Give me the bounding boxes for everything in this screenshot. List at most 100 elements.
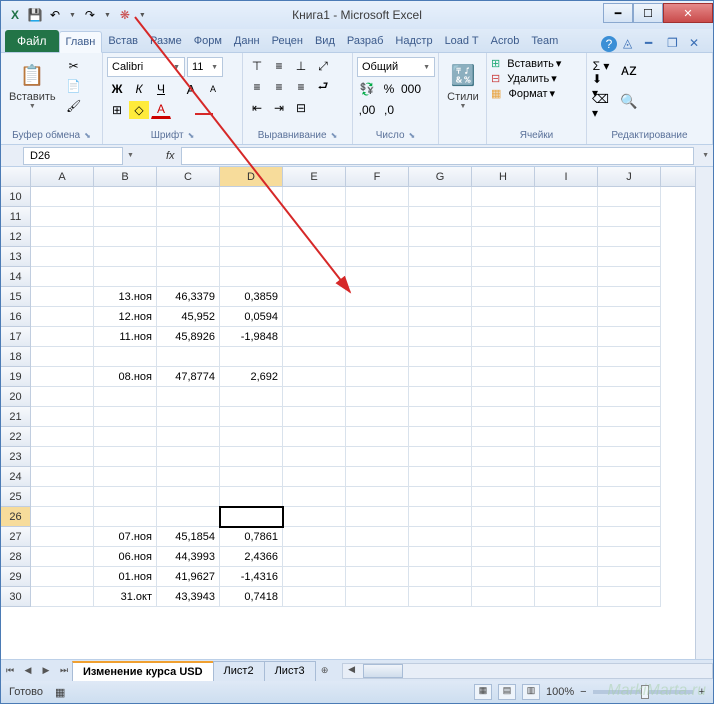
cell-B20[interactable] [94, 387, 157, 407]
tab-встав[interactable]: Встав [102, 31, 144, 52]
cell-I24[interactable] [535, 467, 598, 487]
cell-H30[interactable] [472, 587, 535, 607]
cell-G11[interactable] [409, 207, 472, 227]
name-box[interactable]: D26 [23, 147, 123, 165]
cell-F16[interactable] [346, 307, 409, 327]
col-header-D[interactable]: D [220, 167, 283, 186]
font-size-combo[interactable]: 11▼ [187, 57, 223, 77]
sheet-tab-0[interactable]: Изменение курса USD [72, 661, 214, 681]
cell-G17[interactable] [409, 327, 472, 347]
vertical-scrollbar[interactable] [695, 167, 713, 659]
cell-C10[interactable] [157, 187, 220, 207]
cell-G12[interactable] [409, 227, 472, 247]
cell-C14[interactable] [157, 267, 220, 287]
bold-button[interactable]: Ж [107, 80, 127, 98]
cell-J18[interactable] [598, 347, 661, 367]
cell-J29[interactable] [598, 567, 661, 587]
cell-G25[interactable] [409, 487, 472, 507]
cell-H22[interactable] [472, 427, 535, 447]
wrap-text-button[interactable]: ⮐ [313, 78, 333, 96]
indent-dec-button[interactable]: ⇤ [247, 99, 267, 117]
cell-A21[interactable] [31, 407, 94, 427]
cell-A30[interactable] [31, 587, 94, 607]
dec-decimal-button[interactable]: ,0 [379, 101, 399, 119]
cell-B10[interactable] [94, 187, 157, 207]
wb-restore-icon[interactable]: ❐ [667, 36, 683, 52]
cell-F30[interactable] [346, 587, 409, 607]
undo-dropdown-icon[interactable]: ▼ [67, 12, 78, 19]
border-button[interactable]: ⊞ [107, 101, 127, 119]
cell-A17[interactable] [31, 327, 94, 347]
cell-H15[interactable] [472, 287, 535, 307]
cell-D19[interactable]: 2,692 [220, 367, 283, 387]
row-header-25[interactable]: 25 [1, 487, 31, 507]
cell-G13[interactable] [409, 247, 472, 267]
cell-J14[interactable] [598, 267, 661, 287]
cell-A25[interactable] [31, 487, 94, 507]
cell-D13[interactable] [220, 247, 283, 267]
cell-D24[interactable] [220, 467, 283, 487]
cell-E10[interactable] [283, 187, 346, 207]
cell-F17[interactable] [346, 327, 409, 347]
tab-acrob[interactable]: Acrob [485, 31, 526, 52]
align-bottom-button[interactable]: ⊥ [291, 57, 311, 75]
cell-C28[interactable]: 44,3993 [157, 547, 220, 567]
cell-E20[interactable] [283, 387, 346, 407]
cell-B17[interactable]: 11.ноя [94, 327, 157, 347]
merge-button[interactable]: ⊟ [291, 99, 311, 117]
cell-I23[interactable] [535, 447, 598, 467]
help-icon[interactable]: ? [601, 36, 617, 52]
delete-cells-button[interactable]: ⊟ Удалить ▾ [491, 72, 557, 85]
cell-H20[interactable] [472, 387, 535, 407]
find-select-button[interactable]: 🔍 [615, 87, 643, 115]
cell-J30[interactable] [598, 587, 661, 607]
cell-D17[interactable]: -1,9848 [220, 327, 283, 347]
minimize-ribbon-icon[interactable]: ◬ [623, 36, 639, 52]
cell-A23[interactable] [31, 447, 94, 467]
number-format-combo[interactable]: Общий▼ [357, 57, 435, 77]
cell-B19[interactable]: 08.ноя [94, 367, 157, 387]
sheet-nav-2[interactable]: ▶ [37, 665, 55, 676]
cell-J28[interactable] [598, 547, 661, 567]
cell-B15[interactable]: 13.ноя [94, 287, 157, 307]
font-name-combo[interactable]: Calibri▼ [107, 57, 185, 77]
cell-I30[interactable] [535, 587, 598, 607]
tab-данн[interactable]: Данн [228, 31, 266, 52]
row-header-18[interactable]: 18 [1, 347, 31, 367]
cell-E29[interactable] [283, 567, 346, 587]
cell-H28[interactable] [472, 547, 535, 567]
cell-F10[interactable] [346, 187, 409, 207]
cell-H17[interactable] [472, 327, 535, 347]
cell-C22[interactable] [157, 427, 220, 447]
cell-H11[interactable] [472, 207, 535, 227]
cell-E11[interactable] [283, 207, 346, 227]
comma-button[interactable]: 000 [401, 80, 421, 98]
cell-I15[interactable] [535, 287, 598, 307]
row-header-26[interactable]: 26 [1, 507, 31, 527]
cell-C26[interactable] [157, 507, 220, 527]
cell-F13[interactable] [346, 247, 409, 267]
cell-F21[interactable] [346, 407, 409, 427]
cell-C21[interactable] [157, 407, 220, 427]
italic-button[interactable]: К [129, 80, 149, 98]
col-header-I[interactable]: I [535, 167, 598, 186]
fx-icon[interactable]: fx [160, 150, 181, 162]
cell-B27[interactable]: 07.ноя [94, 527, 157, 547]
cell-B11[interactable] [94, 207, 157, 227]
horizontal-scrollbar[interactable]: ◀ [342, 663, 713, 679]
select-all-corner[interactable] [1, 167, 31, 186]
cell-B14[interactable] [94, 267, 157, 287]
cell-I16[interactable] [535, 307, 598, 327]
cell-D20[interactable] [220, 387, 283, 407]
cell-I29[interactable] [535, 567, 598, 587]
sort-filter-button[interactable]: ᴀᴢ [615, 57, 643, 85]
cell-I27[interactable] [535, 527, 598, 547]
cell-J26[interactable] [598, 507, 661, 527]
row-header-14[interactable]: 14 [1, 267, 31, 287]
cell-B23[interactable] [94, 447, 157, 467]
cell-I20[interactable] [535, 387, 598, 407]
cell-B25[interactable] [94, 487, 157, 507]
file-tab[interactable]: Файл [5, 30, 59, 52]
cell-E22[interactable] [283, 427, 346, 447]
row-header-11[interactable]: 11 [1, 207, 31, 227]
